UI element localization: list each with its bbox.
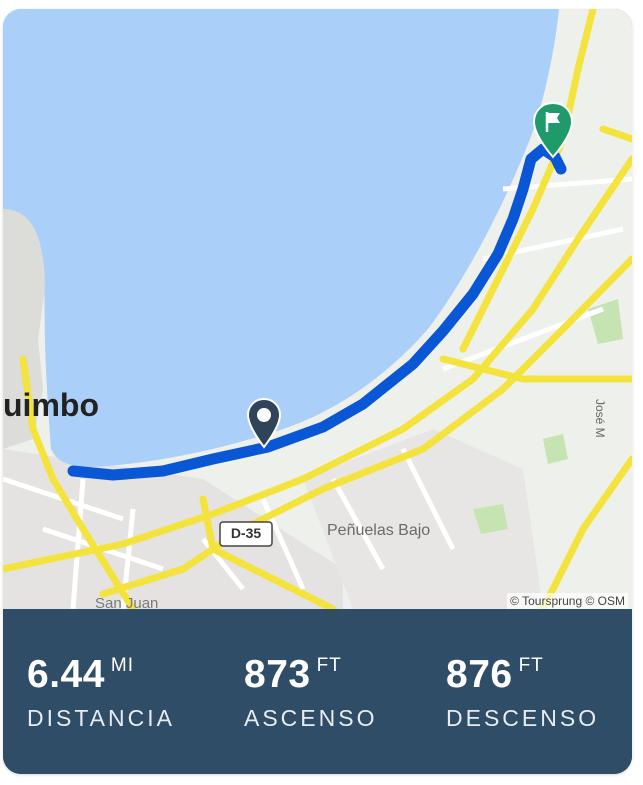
route-map[interactable]: uimbo Peñuelas Bajo San Juan José M D-35… <box>3 9 632 612</box>
place-label: Peñuelas Bajo <box>327 522 431 539</box>
ascent-stat: 873 FT ASCENSO <box>244 653 377 732</box>
descent-value: 876 <box>446 653 513 696</box>
descent-label: DESCENSO <box>446 705 600 731</box>
street-label: José M <box>593 399 607 438</box>
route-card[interactable]: uimbo Peñuelas Bajo San Juan José M D-35… <box>3 9 632 774</box>
route-stats: 6.44 MI DISTANCIA 873 FT ASCENSO 876 FT DES… <box>3 609 632 774</box>
distance-stat: 6.44 MI DISTANCIA <box>27 653 175 732</box>
ascent-label: ASCENSO <box>244 705 378 731</box>
map-canvas <box>3 9 632 609</box>
city-label: uimbo <box>3 387 99 423</box>
finish-flag-pin-icon[interactable] <box>531 101 575 161</box>
ascent-value: 873 <box>244 653 311 696</box>
distance-label: DISTANCIA <box>27 705 175 731</box>
start-pin-icon[interactable] <box>246 397 282 451</box>
descent-stat: 876 FT DESCENSO <box>446 653 599 732</box>
distance-value: 6.44 <box>27 653 105 696</box>
map-attribution[interactable]: © Toursprung © OSM <box>507 593 628 609</box>
distance-unit: MI <box>110 655 135 676</box>
road-shield-label: D-35 <box>230 525 262 541</box>
descent-unit: FT <box>518 655 544 676</box>
ascent-unit: FT <box>316 655 342 676</box>
